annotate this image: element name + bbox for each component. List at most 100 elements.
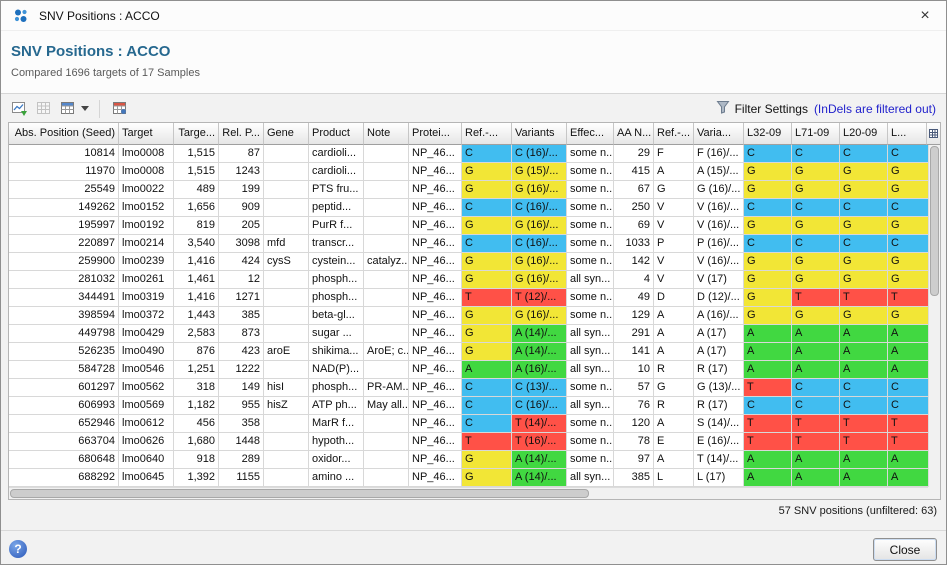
export-graphics-icon[interactable] (9, 99, 29, 119)
cell-abs: 688292 (9, 469, 119, 487)
cell-abs: 11970 (9, 163, 119, 181)
column-header-ref[interactable]: Ref.-... (462, 123, 512, 145)
cell-s1: A (744, 343, 792, 361)
table-row[interactable]: 195997lmo0192819205PurR f...NP_46...GG (… (9, 217, 928, 235)
cell-aan: 29 (614, 145, 654, 163)
table-view-icon[interactable] (57, 99, 77, 119)
table-row[interactable]: 344491lmo03191,4161271phosph...NP_46...T… (9, 289, 928, 307)
funnel-icon (716, 100, 730, 117)
table-row[interactable]: 11970lmo00081,5151243cardioli...NP_46...… (9, 163, 928, 181)
column-header-target[interactable]: Target (119, 123, 174, 145)
cell-s4: A (888, 469, 928, 487)
cell-s3: G (840, 217, 888, 235)
cell-ref: G (462, 325, 512, 343)
table-row[interactable]: 680648lmo0640918289oxidor...NP_46...GA (… (9, 451, 928, 469)
horizontal-scrollbar-thumb[interactable] (10, 489, 589, 498)
table-row[interactable]: 526235lmo0490876423aroEshikima...AroE; c… (9, 343, 928, 361)
vertical-scrollbar[interactable] (928, 145, 940, 487)
table-config-icon[interactable] (926, 123, 940, 145)
table-row[interactable]: 149262lmo01521,656909peptid...NP_46...CC… (9, 199, 928, 217)
column-header-variants[interactable]: Variants (512, 123, 567, 145)
table-row[interactable]: 688292lmo06451,3921155amino ...NP_46...G… (9, 469, 928, 487)
column-header-s3[interactable]: L20-09 (840, 123, 888, 145)
cell-effect: some n... (567, 145, 614, 163)
cell-s1: C (744, 397, 792, 415)
cell-target: lmo0645 (119, 469, 174, 487)
table-row[interactable]: 449798lmo04292,583873sugar ...NP_46...GA… (9, 325, 928, 343)
cell-s2: G (792, 253, 840, 271)
cell-relp: 205 (219, 217, 264, 235)
help-icon[interactable]: ? (9, 540, 27, 558)
column-header-product[interactable]: Product (309, 123, 364, 145)
column-header-gene[interactable]: Gene (264, 123, 309, 145)
column-header-abs[interactable]: Abs. Position (Seed) (9, 123, 119, 145)
cell-ref: T (462, 289, 512, 307)
table-row[interactable]: 652946lmo0612456358MarR f...NP_46...CT (… (9, 415, 928, 433)
horizontal-scrollbar[interactable] (9, 487, 928, 499)
window-close-button[interactable]: × (914, 5, 936, 27)
cell-effect: some n... (567, 217, 614, 235)
table-row[interactable]: 663704lmo06261,6801448hypoth...NP_46...T… (9, 433, 928, 451)
column-header-protein[interactable]: Protei... (409, 123, 462, 145)
cell-product: peptid... (309, 199, 364, 217)
table-row[interactable]: 584728lmo05461,2511222NAD(P)...NP_46...A… (9, 361, 928, 379)
vertical-scrollbar-thumb[interactable] (930, 146, 939, 296)
cell-tlen: 2,583 (174, 325, 219, 343)
cell-refaa: R (654, 361, 694, 379)
cell-refaa: A (654, 325, 694, 343)
cell-note: May all... (364, 397, 409, 415)
table-row[interactable]: 398594lmo03721,443385beta-gl...NP_46...G… (9, 307, 928, 325)
cell-tlen: 1,251 (174, 361, 219, 379)
cell-ref: G (462, 217, 512, 235)
cell-target: lmo0261 (119, 271, 174, 289)
cell-s1: A (744, 325, 792, 343)
cell-s4: C (888, 379, 928, 397)
cell-product: cystein... (309, 253, 364, 271)
cell-protein: NP_46... (409, 235, 462, 253)
cell-relp: 1448 (219, 433, 264, 451)
title-bar[interactable]: SNV Positions : ACCO × (1, 1, 946, 31)
column-header-s2[interactable]: L71-09 (792, 123, 840, 145)
column-header-note[interactable]: Note (364, 123, 409, 145)
column-header-effect[interactable]: Effec... (567, 123, 614, 145)
cell-s2: G (792, 271, 840, 289)
cell-aan: 76 (614, 397, 654, 415)
column-header-aan[interactable]: AA N... (614, 123, 654, 145)
cell-s2: A (792, 325, 840, 343)
column-header-refaa[interactable]: Ref.-... (654, 123, 694, 145)
table-row[interactable]: 601297lmo0562318149hisIphosph...PR-AM...… (9, 379, 928, 397)
copy-table-icon[interactable] (33, 99, 53, 119)
cell-varaa: A (16)/... (694, 307, 744, 325)
cell-varaa: V (17) (694, 271, 744, 289)
table-row[interactable]: 281032lmo02611,46112phosph...NP_46...GG … (9, 271, 928, 289)
cell-protein: NP_46... (409, 199, 462, 217)
table-row[interactable]: 25549lmo0022489199PTS fru...NP_46...GG (… (9, 181, 928, 199)
cell-gene (264, 217, 309, 235)
cell-ref: G (462, 181, 512, 199)
cell-aan: 129 (614, 307, 654, 325)
cell-tlen: 1,182 (174, 397, 219, 415)
toolbar-right: Filter Settings (InDels are filtered out… (716, 100, 938, 117)
cell-protein: NP_46... (409, 163, 462, 181)
cell-protein: NP_46... (409, 181, 462, 199)
cell-gene (264, 451, 309, 469)
close-button[interactable]: Close (873, 538, 937, 561)
filter-settings-button[interactable]: Filter Settings (716, 100, 808, 117)
table-row[interactable]: 220897lmo02143,5403098mfdtranscr...NP_46… (9, 235, 928, 253)
table-row[interactable]: 10814lmo00081,51587cardioli...NP_46...CC… (9, 145, 928, 163)
cell-product: PTS fru... (309, 181, 364, 199)
cell-refaa: D (654, 289, 694, 307)
cell-refaa: V (654, 253, 694, 271)
column-header-varaa[interactable]: Varia... (694, 123, 744, 145)
column-header-relp[interactable]: Rel. P... (219, 123, 264, 145)
table-row[interactable]: 259900lmo02391,416424cysScystein...catal… (9, 253, 928, 271)
cell-tlen: 456 (174, 415, 219, 433)
cell-varaa: L (17) (694, 469, 744, 487)
cell-effect: some n... (567, 433, 614, 451)
table-row[interactable]: 606993lmo05691,182955hisZATP ph...May al… (9, 397, 928, 415)
column-header-tlen[interactable]: Targe... (174, 123, 219, 145)
cell-protein: NP_46... (409, 361, 462, 379)
column-header-s1[interactable]: L32-09 (744, 123, 792, 145)
filter-table-icon[interactable] (109, 99, 129, 119)
table-view-caret-icon[interactable] (81, 99, 90, 119)
